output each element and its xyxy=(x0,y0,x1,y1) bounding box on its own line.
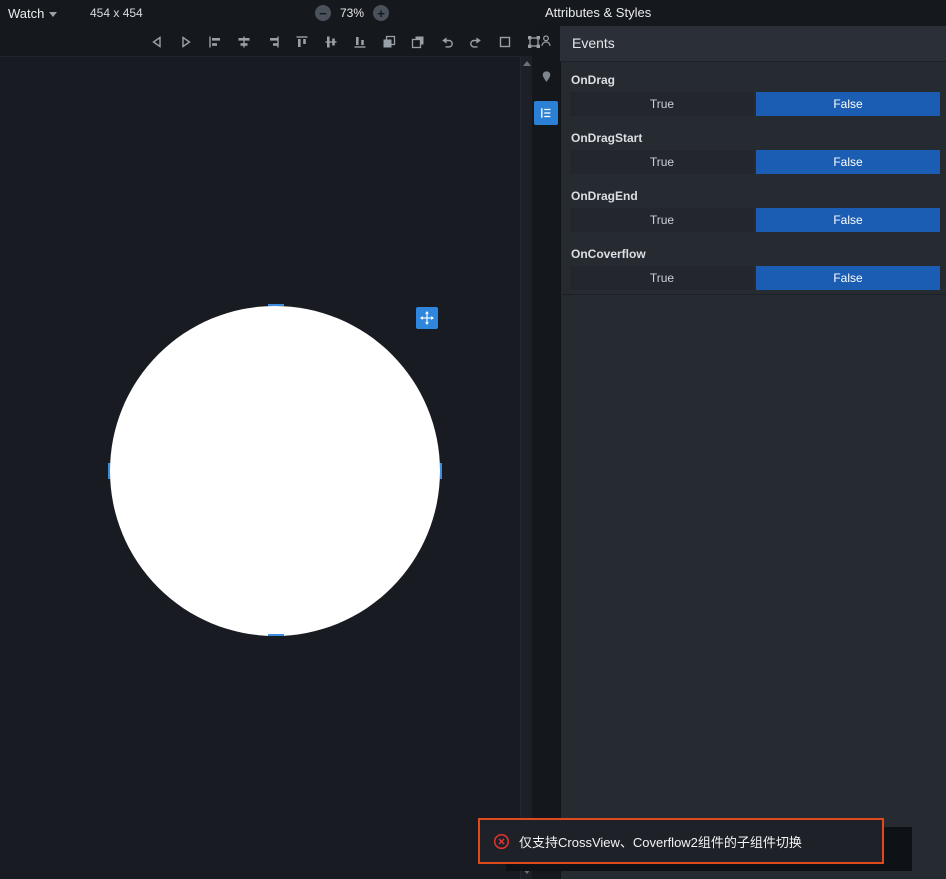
error-toast: 仅支持CrossView、Coverflow2组件的子组件切换 xyxy=(478,818,884,864)
attributes-styles-title: Attributes & Styles xyxy=(545,0,651,26)
frame-icon[interactable] xyxy=(494,31,516,53)
device-selector-label: Watch xyxy=(8,6,44,21)
event-name: OnCoverflow xyxy=(571,247,946,262)
move-handle[interactable] xyxy=(416,307,438,329)
toast-message: 仅支持CrossView、Coverflow2组件的子组件切换 xyxy=(519,832,802,851)
event-group-oncoverflow: OnCoverflow True False xyxy=(560,236,946,294)
step-back-icon[interactable] xyxy=(146,31,168,53)
ondrag-true-button[interactable]: True xyxy=(570,92,754,116)
ondragstart-false-button[interactable]: False xyxy=(756,150,940,174)
event-group-ondrag: OnDrag True False xyxy=(560,62,946,120)
circle-component[interactable] xyxy=(110,306,440,636)
scroll-up-icon[interactable] xyxy=(523,61,531,66)
event-name: OnDragStart xyxy=(571,131,946,146)
chevron-down-icon xyxy=(49,12,57,17)
undo-icon[interactable] xyxy=(436,31,458,53)
event-group-ondragend: OnDragEnd True False xyxy=(560,178,946,236)
ondragend-true-button[interactable]: True xyxy=(570,208,754,232)
selection-handle-top[interactable] xyxy=(268,304,284,306)
event-name: OnDragEnd xyxy=(571,189,946,204)
zoom-in-button[interactable]: + xyxy=(373,5,389,21)
bring-forward-icon[interactable] xyxy=(378,31,400,53)
events-section-header: Events xyxy=(560,26,946,62)
event-group-ondragstart: OnDragStart True False xyxy=(560,120,946,178)
ondrag-false-button[interactable]: False xyxy=(756,92,940,116)
align-right-icon[interactable] xyxy=(262,31,284,53)
align-left-icon[interactable] xyxy=(204,31,226,53)
align-middle-vertical-icon[interactable] xyxy=(320,31,342,53)
events-list: OnDrag True False OnDragStart True False… xyxy=(560,62,946,295)
selection-handle-bottom[interactable] xyxy=(268,634,284,636)
selection-handle-right[interactable] xyxy=(440,463,442,479)
pin-icon[interactable] xyxy=(535,66,557,88)
zoom-out-button[interactable]: − xyxy=(315,5,331,21)
canvas-size-label: 454 x 454 xyxy=(90,0,143,26)
redo-icon[interactable] xyxy=(465,31,487,53)
oncoverflow-true-button[interactable]: True xyxy=(570,266,754,290)
ondragstart-true-button[interactable]: True xyxy=(570,150,754,174)
zoom-controls: − 73% + xyxy=(315,0,389,26)
selection-handle-left[interactable] xyxy=(108,463,110,479)
error-circle-x-icon xyxy=(493,833,510,850)
event-name: OnDrag xyxy=(571,73,946,88)
align-center-horizontal-icon[interactable] xyxy=(233,31,255,53)
play-icon[interactable] xyxy=(175,31,197,53)
canvas-scrollbar[interactable] xyxy=(520,56,532,879)
canvas-toolbar xyxy=(146,28,545,56)
device-selector[interactable]: Watch xyxy=(8,0,57,26)
move-cross-icon xyxy=(420,311,434,325)
ondragend-false-button[interactable]: False xyxy=(756,208,940,232)
side-icon-strip xyxy=(532,26,560,879)
oncoverflow-false-button[interactable]: False xyxy=(756,266,940,290)
align-top-icon[interactable] xyxy=(291,31,313,53)
transform-icon[interactable] xyxy=(523,31,545,53)
send-backward-icon[interactable] xyxy=(407,31,429,53)
events-panel-icon[interactable] xyxy=(534,101,558,125)
align-bottom-icon[interactable] xyxy=(349,31,371,53)
zoom-level: 73% xyxy=(340,6,364,20)
